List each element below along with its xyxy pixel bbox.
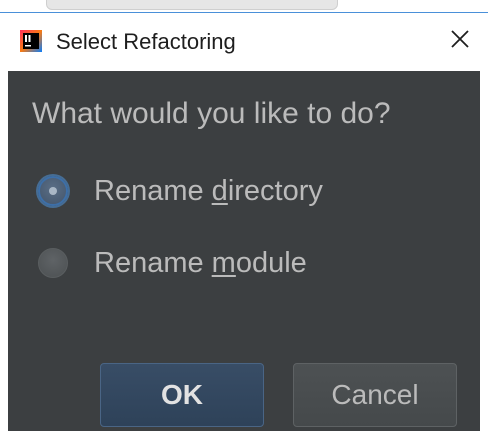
window-border-right: [480, 71, 488, 439]
radio-button-selected[interactable]: [38, 176, 68, 206]
ok-button[interactable]: OK: [100, 363, 264, 427]
mnemonic-m: m: [211, 246, 236, 279]
title-bar: Select Refactoring: [0, 13, 488, 71]
intellij-idea-icon: [20, 30, 42, 52]
close-button[interactable]: [444, 25, 476, 57]
question-label: What would you like to do?: [32, 97, 391, 130]
screenshot: Select Refactoring What would you like t…: [0, 0, 488, 439]
partial-field: [46, 0, 338, 10]
window-border-left: [0, 71, 8, 439]
rename-directory-option[interactable]: Rename directory: [38, 171, 323, 211]
cancel-button[interactable]: Cancel: [293, 363, 457, 427]
top-strip: [0, 0, 488, 13]
mnemonic-d: d: [211, 174, 228, 207]
rename-directory-label: Rename directory: [94, 174, 323, 207]
rename-module-label: Rename module: [94, 246, 307, 279]
window-title: Select Refactoring: [56, 29, 236, 54]
radio-button-unselected[interactable]: [38, 248, 68, 278]
rename-module-option[interactable]: Rename module: [38, 243, 307, 283]
window-border-bottom: [0, 431, 488, 439]
dialog-body: What would you like to do? Rename direct…: [8, 71, 480, 431]
close-icon: [449, 28, 471, 55]
